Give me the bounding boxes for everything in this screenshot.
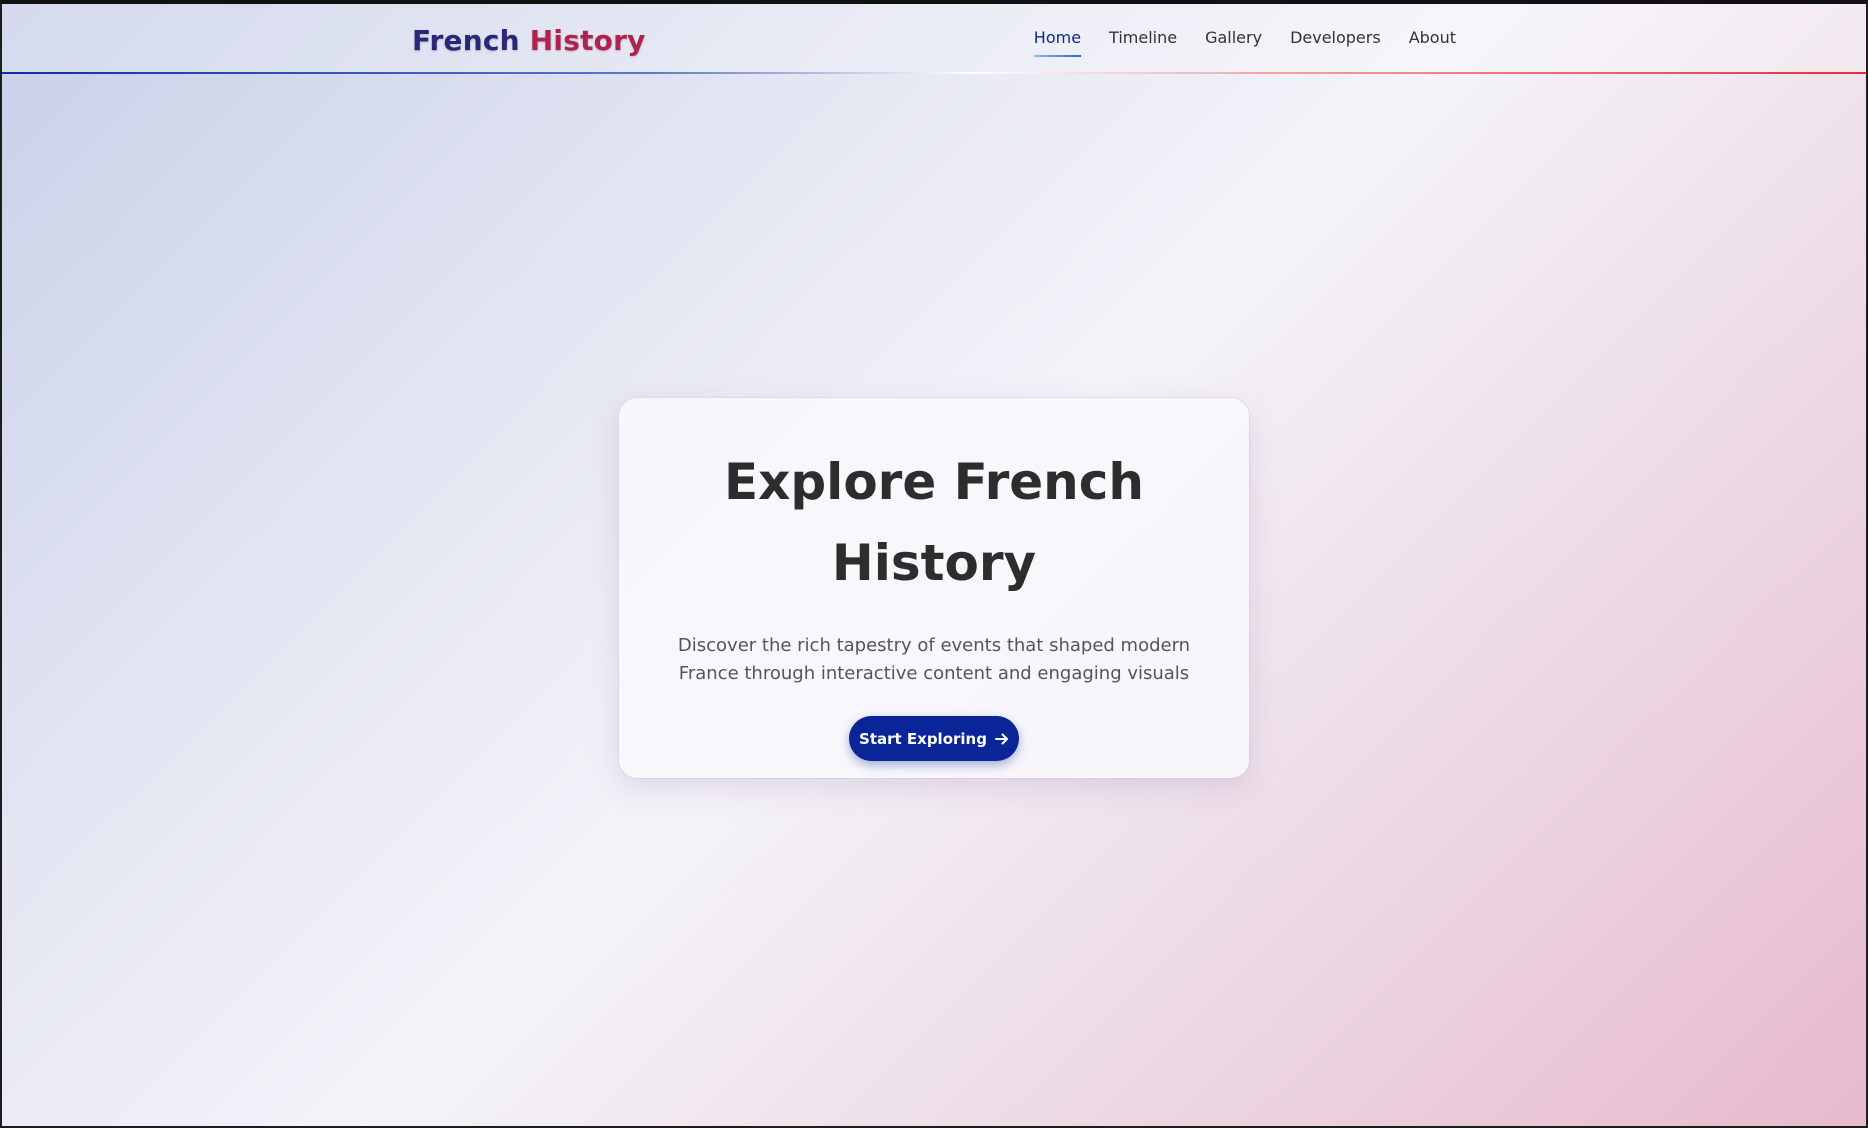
site-logo[interactable]: French History — [412, 24, 646, 57]
nav-link-gallery[interactable]: Gallery — [1205, 28, 1262, 57]
start-exploring-button[interactable]: Start Exploring — [849, 716, 1019, 761]
nav-link-developers[interactable]: Developers — [1290, 28, 1381, 57]
start-exploring-label: Start Exploring — [859, 729, 987, 748]
tricolor-divider — [0, 72, 1868, 74]
main-navigation: Home Timeline Gallery Developers About — [1033, 28, 1456, 57]
nav-link-about[interactable]: About — [1409, 28, 1456, 57]
hero-subtitle: Discover the rich tapestry of events tha… — [677, 635, 1191, 684]
logo-word-history: History — [529, 24, 646, 57]
top-navbar: French History Home Timeline Gallery Dev… — [0, 4, 1868, 72]
arrow-right-icon — [994, 732, 1009, 746]
nav-link-timeline[interactable]: Timeline — [1109, 28, 1177, 57]
hero-title: Explore French History — [723, 453, 1145, 592]
hero-card: Explore French History Discover the rich… — [619, 398, 1249, 778]
logo-word-french: French — [412, 24, 520, 57]
nav-link-home[interactable]: Home — [1033, 28, 1082, 57]
